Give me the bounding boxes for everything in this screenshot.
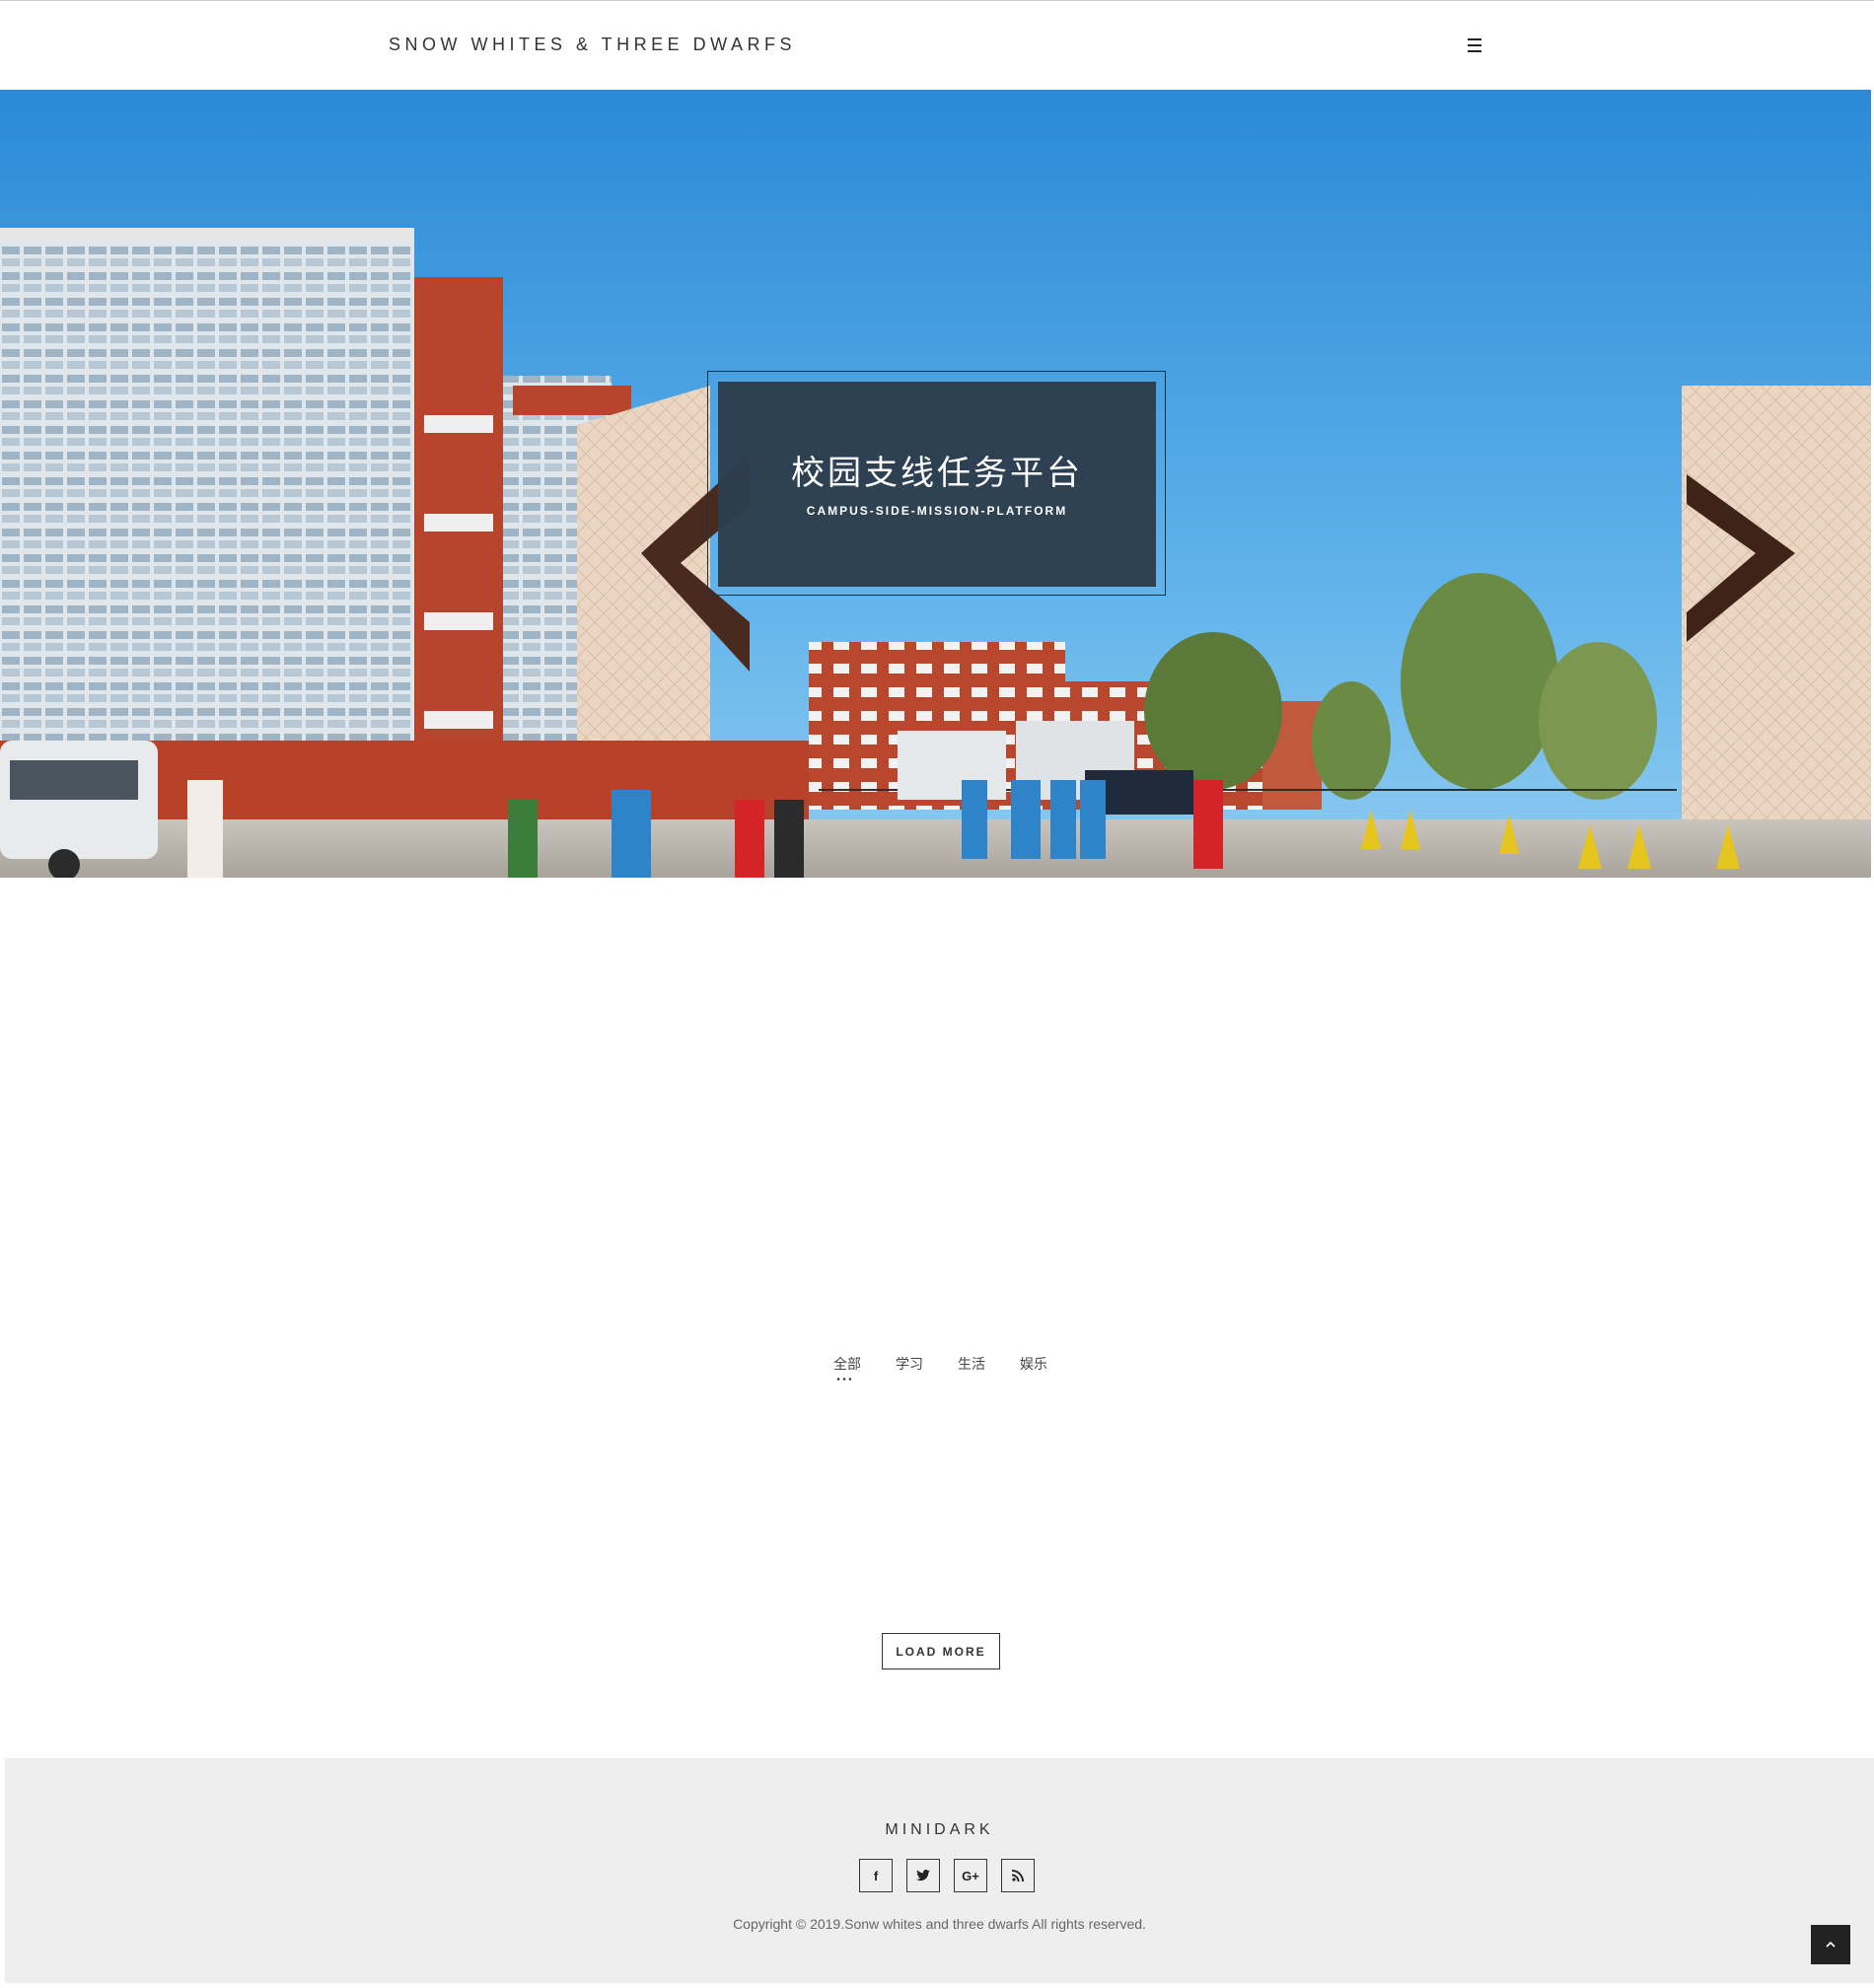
filter-study[interactable]: 学习 bbox=[896, 1354, 923, 1374]
load-more-button[interactable]: LOAD MORE bbox=[882, 1633, 1000, 1669]
rss-icon[interactable] bbox=[1001, 1859, 1035, 1892]
twitter-icon[interactable] bbox=[906, 1859, 940, 1892]
category-filter: 全部 学习 生活 娱乐 bbox=[0, 1354, 1874, 1393]
filter-life[interactable]: 生活 bbox=[958, 1354, 985, 1374]
social-links: f G+ bbox=[853, 1859, 1050, 1894]
google-plus-icon[interactable]: G+ bbox=[954, 1859, 987, 1892]
hero-title-panel: 校园支线任务平台 CAMPUS-SIDE-MISSION-PLATFORM bbox=[718, 382, 1156, 587]
filter-all[interactable]: 全部 bbox=[833, 1354, 861, 1381]
filter-entertainment[interactable]: 娱乐 bbox=[1020, 1354, 1047, 1374]
hamburger-icon[interactable] bbox=[1467, 36, 1482, 54]
footer-brand: MINIDARK bbox=[885, 1821, 994, 1838]
hero-title: 校园支线任务平台 bbox=[791, 454, 1083, 493]
site-brand[interactable]: SNOW WHITES & THREE DWARFS bbox=[389, 35, 796, 55]
site-footer: MINIDARK f G+ Copyright © 2019.Sonw whit… bbox=[5, 1758, 1874, 1983]
site-header: SNOW WHITES & THREE DWARFS bbox=[0, 1, 1874, 90]
facebook-icon[interactable]: f bbox=[859, 1859, 893, 1892]
back-to-top-button[interactable] bbox=[1811, 1925, 1850, 1964]
chevron-up-icon bbox=[1826, 1942, 1836, 1948]
copyright-text: Copyright © 2019.Sonw whites and three d… bbox=[733, 1916, 1146, 1932]
hero-subtitle: CAMPUS-SIDE-MISSION-PLATFORM bbox=[806, 504, 1068, 518]
